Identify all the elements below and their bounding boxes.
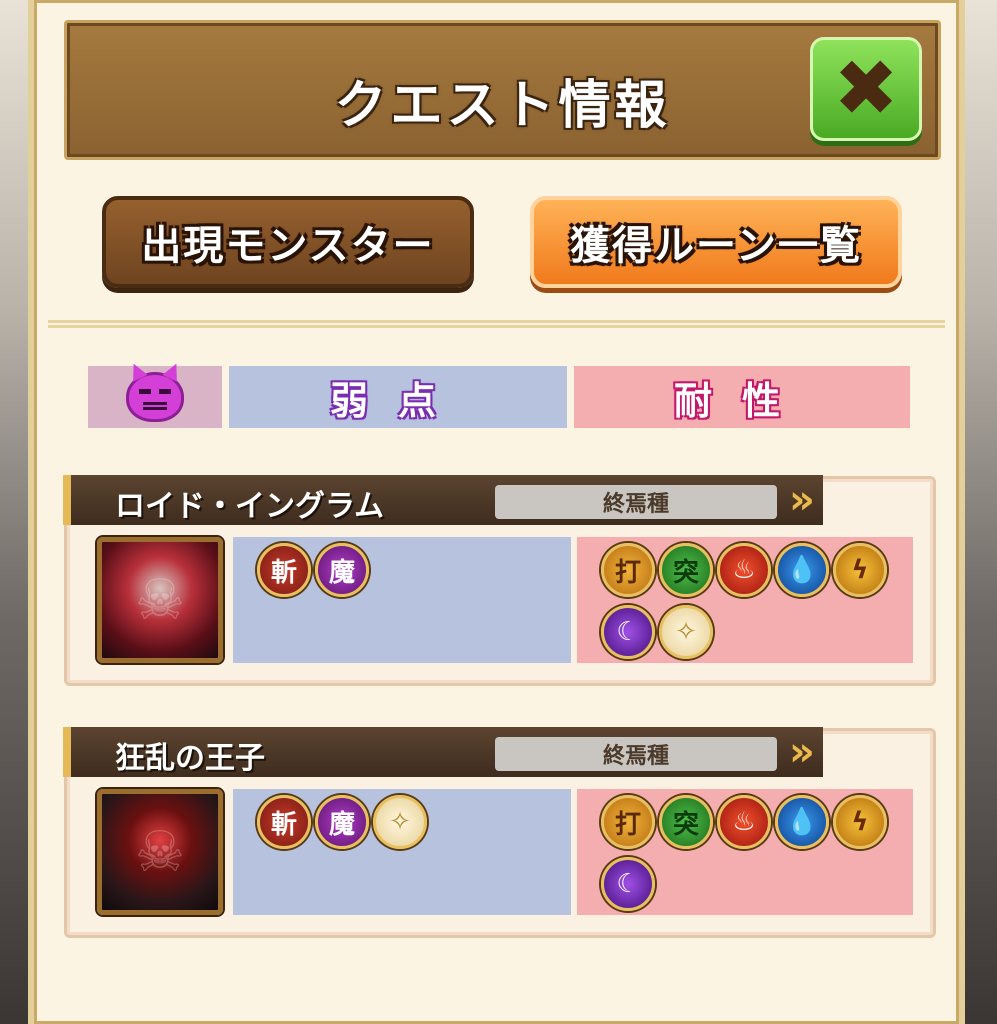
monster-card: 狂乱の王子 終焉種 » ☠ 斬 魔 ✧ 打 突 ♨ 💧 ϟ ☾ <box>63 727 936 938</box>
resistance-cell: 打 突 ♨ 💧 ϟ ☾ ✧ <box>577 537 913 663</box>
strike-icon: 打 <box>601 543 655 597</box>
background-left <box>0 0 30 1024</box>
section-divider <box>48 320 945 328</box>
magic-icon: 魔 <box>315 543 369 597</box>
quest-info-panel: クエスト情報 ✖ 出現モンスター 獲得ルーン一覧 弱点 耐性 ロイド・イングラム… <box>28 0 965 1024</box>
tab-acquired-runes[interactable]: 獲得ルーン一覧 <box>530 196 902 288</box>
light-icon: ✧ <box>373 795 427 849</box>
dark-icon: ☾ <box>601 605 655 659</box>
dark-icon: ☾ <box>601 857 655 911</box>
thrust-icon: 突 <box>659 795 713 849</box>
water-icon: 💧 <box>775 543 829 597</box>
monster-race-badge: 終焉種 <box>495 737 777 771</box>
monster-name: ロイド・イングラム <box>115 489 385 524</box>
water-icon: 💧 <box>775 795 829 849</box>
monster-portrait[interactable]: ☠ <box>97 537 223 663</box>
tab-appearing-monsters[interactable]: 出現モンスター <box>102 196 474 288</box>
title-bar: クエスト情報 ✖ <box>64 20 941 160</box>
weakness-cell: 斬 魔 <box>233 537 571 663</box>
resistance-header: 耐性 <box>574 366 910 428</box>
fire-icon: ♨ <box>717 795 771 849</box>
background-right <box>965 0 997 1024</box>
monster-race-badge: 終焉種 <box>495 485 777 519</box>
slash-icon: 斬 <box>257 795 311 849</box>
resistance-cell: 打 突 ♨ 💧 ϟ ☾ <box>577 789 913 915</box>
close-button[interactable]: ✖ <box>810 37 922 141</box>
thrust-icon: 突 <box>659 543 713 597</box>
monster-portrait[interactable]: ☠ <box>97 789 223 915</box>
chevron-right-icon: » <box>789 729 815 775</box>
monster-name-bar: ロイド・イングラム 終焉種 » <box>63 475 823 525</box>
thunder-icon: ϟ <box>833 795 887 849</box>
slash-icon: 斬 <box>257 543 311 597</box>
monster-name-bar: 狂乱の王子 終焉種 » <box>63 727 823 777</box>
strike-icon: 打 <box>601 795 655 849</box>
thunder-icon: ϟ <box>833 543 887 597</box>
dialog-title: クエスト情報 <box>334 76 671 136</box>
weakness-cell: 斬 魔 ✧ <box>233 789 571 915</box>
fire-icon: ♨ <box>717 543 771 597</box>
light-icon: ✧ <box>659 605 713 659</box>
demon-face-icon <box>126 372 184 422</box>
monster-card: ロイド・イングラム 終焉種 » ☠ 斬 魔 打 突 ♨ 💧 ϟ ☾ ✧ <box>63 475 936 686</box>
chevron-right-icon: » <box>789 477 815 523</box>
monster-name: 狂乱の王子 <box>115 741 265 776</box>
demon-column-header <box>88 366 222 428</box>
magic-icon: 魔 <box>315 795 369 849</box>
close-icon: ✖ <box>833 44 899 134</box>
weakness-header: 弱点 <box>229 366 567 428</box>
